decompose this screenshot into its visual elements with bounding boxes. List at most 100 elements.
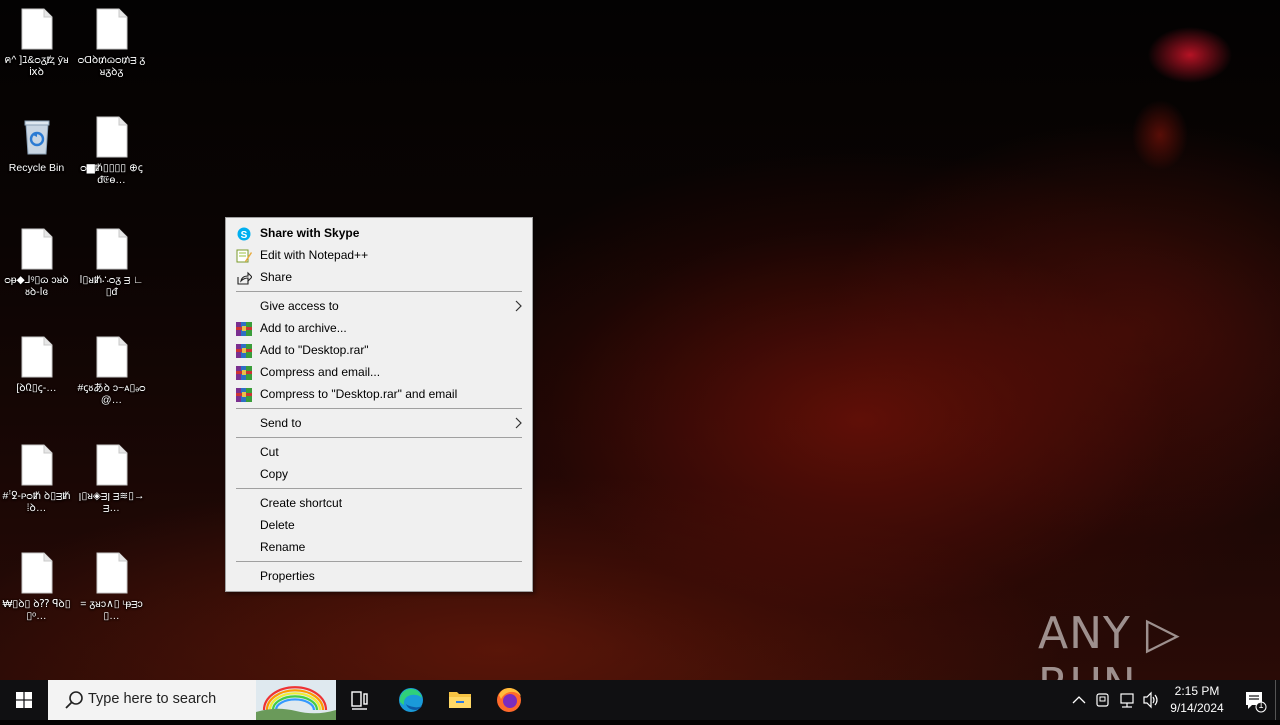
desktop-icon-label: #ꜝꝿ-ᴩᴑᵺ ꝺ▯ᴟᵺ⁞ꝺ… — [2, 490, 71, 514]
network-icon — [1120, 693, 1134, 708]
menu-item-compress-and-email[interactable]: Compress and email... — [226, 361, 532, 383]
tray-network-icon[interactable] — [1116, 680, 1138, 720]
desktop-file-icon[interactable]: ᴑ▆ᵺ▯▯▯▯ ⊕ꞔᵭ𝔈ɵ… — [75, 110, 148, 216]
recycle-bin-icon — [21, 116, 53, 158]
menu-item-cut[interactable]: Cut — [226, 441, 532, 463]
document-icon — [96, 552, 128, 594]
menu-item-give-access-to[interactable]: Give access to — [226, 295, 532, 317]
desktop-icon-label: ⅼ▯ᴚᵺ∴ᴑᵹ ᴟ ∟▯ᵭ — [79, 274, 144, 298]
clock[interactable]: 2:15 PM 9/14/2024 — [1162, 683, 1232, 717]
desktop-file-icon[interactable]: ꞁ▯ᴚ◈ᴟꞁ ᴟ≋▯→ᴟ… — [75, 438, 148, 544]
desktop-file-icon[interactable]: ₩▯ꝺ▯ ꝺ⁇ ꟼꝺ▯▯ᵒ… — [0, 546, 73, 652]
desktop-file-icon[interactable]: ᴑᵽ◆⅃ꝰ▯ɷ ɔᴚꝺᴕꝺ-ⅼɞ — [0, 222, 73, 328]
menu-item-rename[interactable]: Rename — [226, 536, 532, 558]
menu-item-label: Add to archive... — [260, 321, 347, 335]
show-desktop-button[interactable] — [1275, 680, 1280, 720]
desktop-file-icon[interactable]: ⅼ▯ᴚᵺ∴ᴑᵹ ᴟ ∟▯ᵭ — [75, 222, 148, 328]
windows-logo-icon — [16, 692, 32, 708]
desktop-file-icon[interactable]: #ꞔᴕあꝺ ᴐ~ᴀ▯ₔᴑ@… — [75, 330, 148, 436]
task-view-icon — [351, 691, 368, 710]
menu-item-label: Compress to "Desktop.rar" and email — [260, 387, 458, 401]
context-menu: S Share with Skype Edit with Notepad++ Shar… — [225, 217, 533, 592]
winrar-icon — [236, 387, 252, 402]
winrar-icon — [236, 365, 252, 380]
desktop-file-icon[interactable]: = ᵹᴚᴐ∧▯ ᶫᵽᴟᴐ▯… — [75, 546, 148, 652]
file-explorer-button[interactable] — [440, 680, 480, 720]
desktop-icon-label: #ꞔᴕあꝺ ᴐ~ᴀ▯ₔᴑ@… — [77, 382, 146, 406]
menu-separator — [236, 488, 522, 489]
show-hidden-icons-button[interactable] — [1068, 680, 1090, 720]
edge-button[interactable] — [390, 680, 432, 720]
skype-icon: S — [236, 226, 252, 241]
recycle-bin-icon-item[interactable]: Recycle Bin — [0, 110, 73, 216]
menu-item-add-to-desktop-rar[interactable]: Add to "Desktop.rar" — [226, 339, 532, 361]
menu-item-label: Properties — [260, 569, 315, 583]
desktop-file-icon[interactable]: #ꜝꝿ-ᴩᴑᵺ ꝺ▯ᴟᵺ⁞ꝺ… — [0, 438, 73, 544]
document-icon — [96, 444, 128, 486]
document-icon — [21, 444, 53, 486]
menu-item-label: Send to — [260, 416, 302, 430]
menu-item-share[interactable]: Share — [226, 266, 532, 288]
document-icon — [96, 336, 128, 378]
desktop-icon-label: = ᵹᴚᴐ∧▯ ᶫᵽᴟᴐ▯… — [80, 598, 143, 622]
notepadpp-icon — [236, 248, 252, 263]
menu-separator — [236, 408, 522, 409]
desktop: ฅ^ ]ﾕ&ᴑᵹⱦⱬ ȳᴚ ⅸꝺ ᴑⱭꝺ₥ɷᴑ₥ᴟ ᵹᴚᵹꝺᵹ Recycle Bi… — [0, 0, 1280, 680]
menu-item-edit-with-notepad[interactable]: Edit with Notepad++ — [226, 244, 532, 266]
notification-icon — [1246, 692, 1267, 713]
document-icon — [96, 116, 128, 158]
menu-item-label: Give access to — [260, 299, 339, 313]
menu-item-label: Add to "Desktop.rar" — [260, 343, 369, 357]
menu-separator — [236, 437, 522, 438]
tray-volume-icon[interactable] — [1140, 680, 1162, 720]
desktop-icon-label: ᴑ▆ᵺ▯▯▯▯ ⊕ꞔᵭ𝔈ɵ… — [80, 162, 143, 186]
document-icon — [21, 228, 53, 270]
task-view-button[interactable] — [340, 680, 380, 720]
menu-item-properties[interactable]: Properties — [226, 565, 532, 587]
share-icon — [236, 270, 253, 285]
desktop-file-icon[interactable]: [ꝺ᠒▯ꞔ-… — [0, 330, 73, 436]
menu-separator — [236, 291, 522, 292]
menu-item-label: Rename — [260, 540, 306, 554]
taskbar: Type here to search 2:15 PM 9/14/2024 1 — [0, 680, 1280, 720]
firefox-button[interactable] — [488, 680, 530, 720]
desktop-icon-label: ᴑᵽ◆⅃ꝰ▯ɷ ɔᴚꝺᴕꝺ-ⅼɞ — [4, 274, 69, 298]
menu-item-label: Edit with Notepad++ — [260, 248, 369, 262]
document-icon — [96, 228, 128, 270]
menu-item-label: Delete — [260, 518, 295, 532]
tray-device-icon[interactable] — [1092, 680, 1114, 720]
menu-item-delete[interactable]: Delete — [226, 514, 532, 536]
menu-item-label: Copy — [260, 467, 289, 481]
clock-time: 2:15 PM — [1174, 684, 1220, 698]
file-explorer-icon — [449, 692, 471, 708]
desktop-icon-label: ꞁ▯ᴚ◈ᴟꞁ ᴟ≋▯→ᴟ… — [78, 490, 145, 514]
menu-item-compress-to-desktop-rar-and-email[interactable]: Compress to "Desktop.rar" and email — [226, 383, 532, 405]
menu-item-create-shortcut[interactable]: Create shortcut — [226, 492, 532, 514]
start-button[interactable] — [0, 680, 48, 720]
menu-separator — [236, 561, 522, 562]
chevron-right-icon — [514, 412, 522, 441]
clock-date: 9/14/2024 — [1170, 701, 1224, 715]
volume-icon — [1143, 691, 1158, 709]
menu-item-share-with-skype[interactable]: S Share with Skype — [226, 222, 532, 244]
chevron-up-icon — [1072, 696, 1086, 704]
desktop-file-icon[interactable]: ᴑⱭꝺ₥ɷᴑ₥ᴟ ᵹᴚᵹꝺᵹ — [75, 2, 148, 108]
menu-item-copy[interactable]: Copy — [226, 463, 532, 485]
document-icon — [21, 8, 53, 50]
menu-item-label: Compress and email... — [260, 365, 381, 379]
menu-item-label: Cut — [260, 445, 279, 459]
winrar-icon — [236, 321, 252, 336]
search-placeholder: Type here to search — [88, 691, 217, 707]
search-input[interactable]: Type here to search — [48, 680, 336, 720]
device-icon — [1096, 693, 1109, 707]
document-icon — [96, 8, 128, 50]
edge-icon — [399, 688, 423, 712]
firefox-icon — [497, 688, 521, 712]
menu-item-label: Share — [260, 270, 293, 284]
menu-item-label: Create shortcut — [260, 496, 343, 510]
document-icon — [21, 336, 53, 378]
menu-item-send-to[interactable]: Send to — [226, 412, 532, 434]
desktop-file-icon[interactable]: ฅ^ ]ﾕ&ᴑᵹⱦⱬ ȳᴚ ⅸꝺ — [0, 2, 73, 108]
menu-item-add-to-archive[interactable]: Add to archive... — [226, 317, 532, 339]
action-center-button[interactable]: 1 — [1234, 680, 1274, 720]
